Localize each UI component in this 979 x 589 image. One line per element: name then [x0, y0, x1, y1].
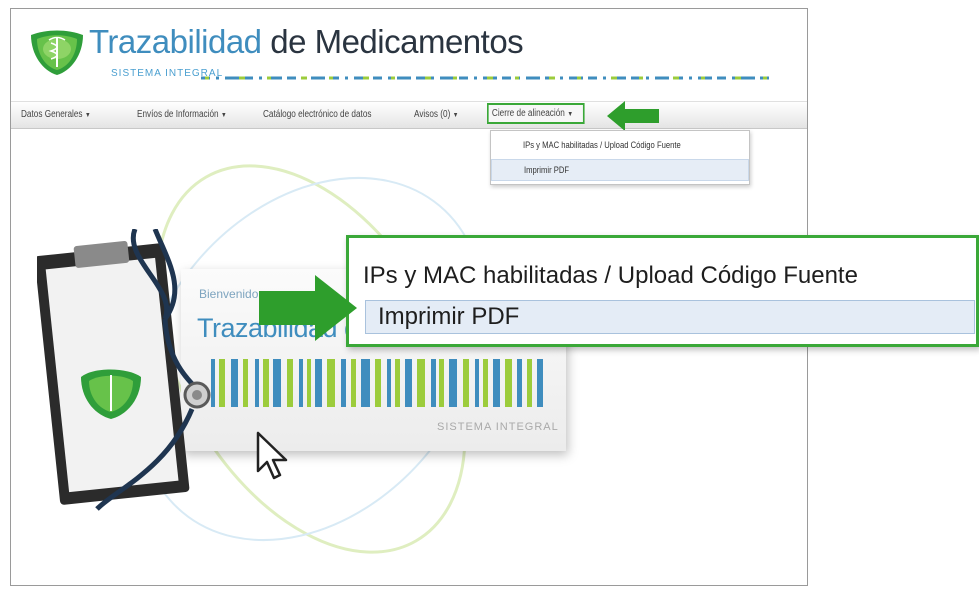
header: Trazabilidad de Medicamentos SISTEMA INT…: [11, 9, 807, 101]
nav-item-avisos[interactable]: Avisos (0) ▼: [414, 109, 458, 120]
large-green-arrow-icon: [259, 275, 357, 341]
caret-down-icon: ▼: [84, 112, 91, 119]
caret-down-icon: ▼: [567, 111, 574, 118]
nav-item-datos-generales[interactable]: Datos Generales ▼: [21, 109, 91, 120]
clipboard-stethoscope-illustration: [37, 229, 211, 511]
main-nav-bar: Datos Generales ▼ Envíos de Información ▼ …: [11, 101, 807, 129]
brand-title: Trazabilidad de Medicamentos: [89, 23, 524, 60]
decorative-dash-line: [201, 76, 771, 80]
nav-item-catalogo-electronico[interactable]: Catálogo electrónico de datos: [263, 109, 371, 120]
zoom-menu-item-imprimir-pdf[interactable]: Imprimir PDF: [365, 300, 975, 334]
zoom-menu-item-ips-mac[interactable]: IPs y MAC habilitadas / Upload Código Fu…: [363, 262, 858, 290]
nav-item-cierre-alineacion[interactable]: Cierre de alineación ▼: [487, 103, 585, 124]
caret-down-icon: ▼: [221, 112, 227, 119]
caret-down-icon: ▼: [452, 112, 459, 119]
barcode-graphic: [211, 359, 543, 407]
green-pointer-arrow-icon: [607, 101, 659, 131]
nav-item-envios-informacion[interactable]: Envíos de Información ▼: [137, 109, 227, 120]
zoomed-menu-callout: IPs y MAC habilitadas / Upload Código Fu…: [346, 235, 979, 347]
caduceus-logo-icon: [31, 30, 83, 75]
mouse-cursor-icon: [256, 431, 288, 480]
welcome-subtitle: SISTEMA INTEGRAL: [437, 421, 559, 433]
